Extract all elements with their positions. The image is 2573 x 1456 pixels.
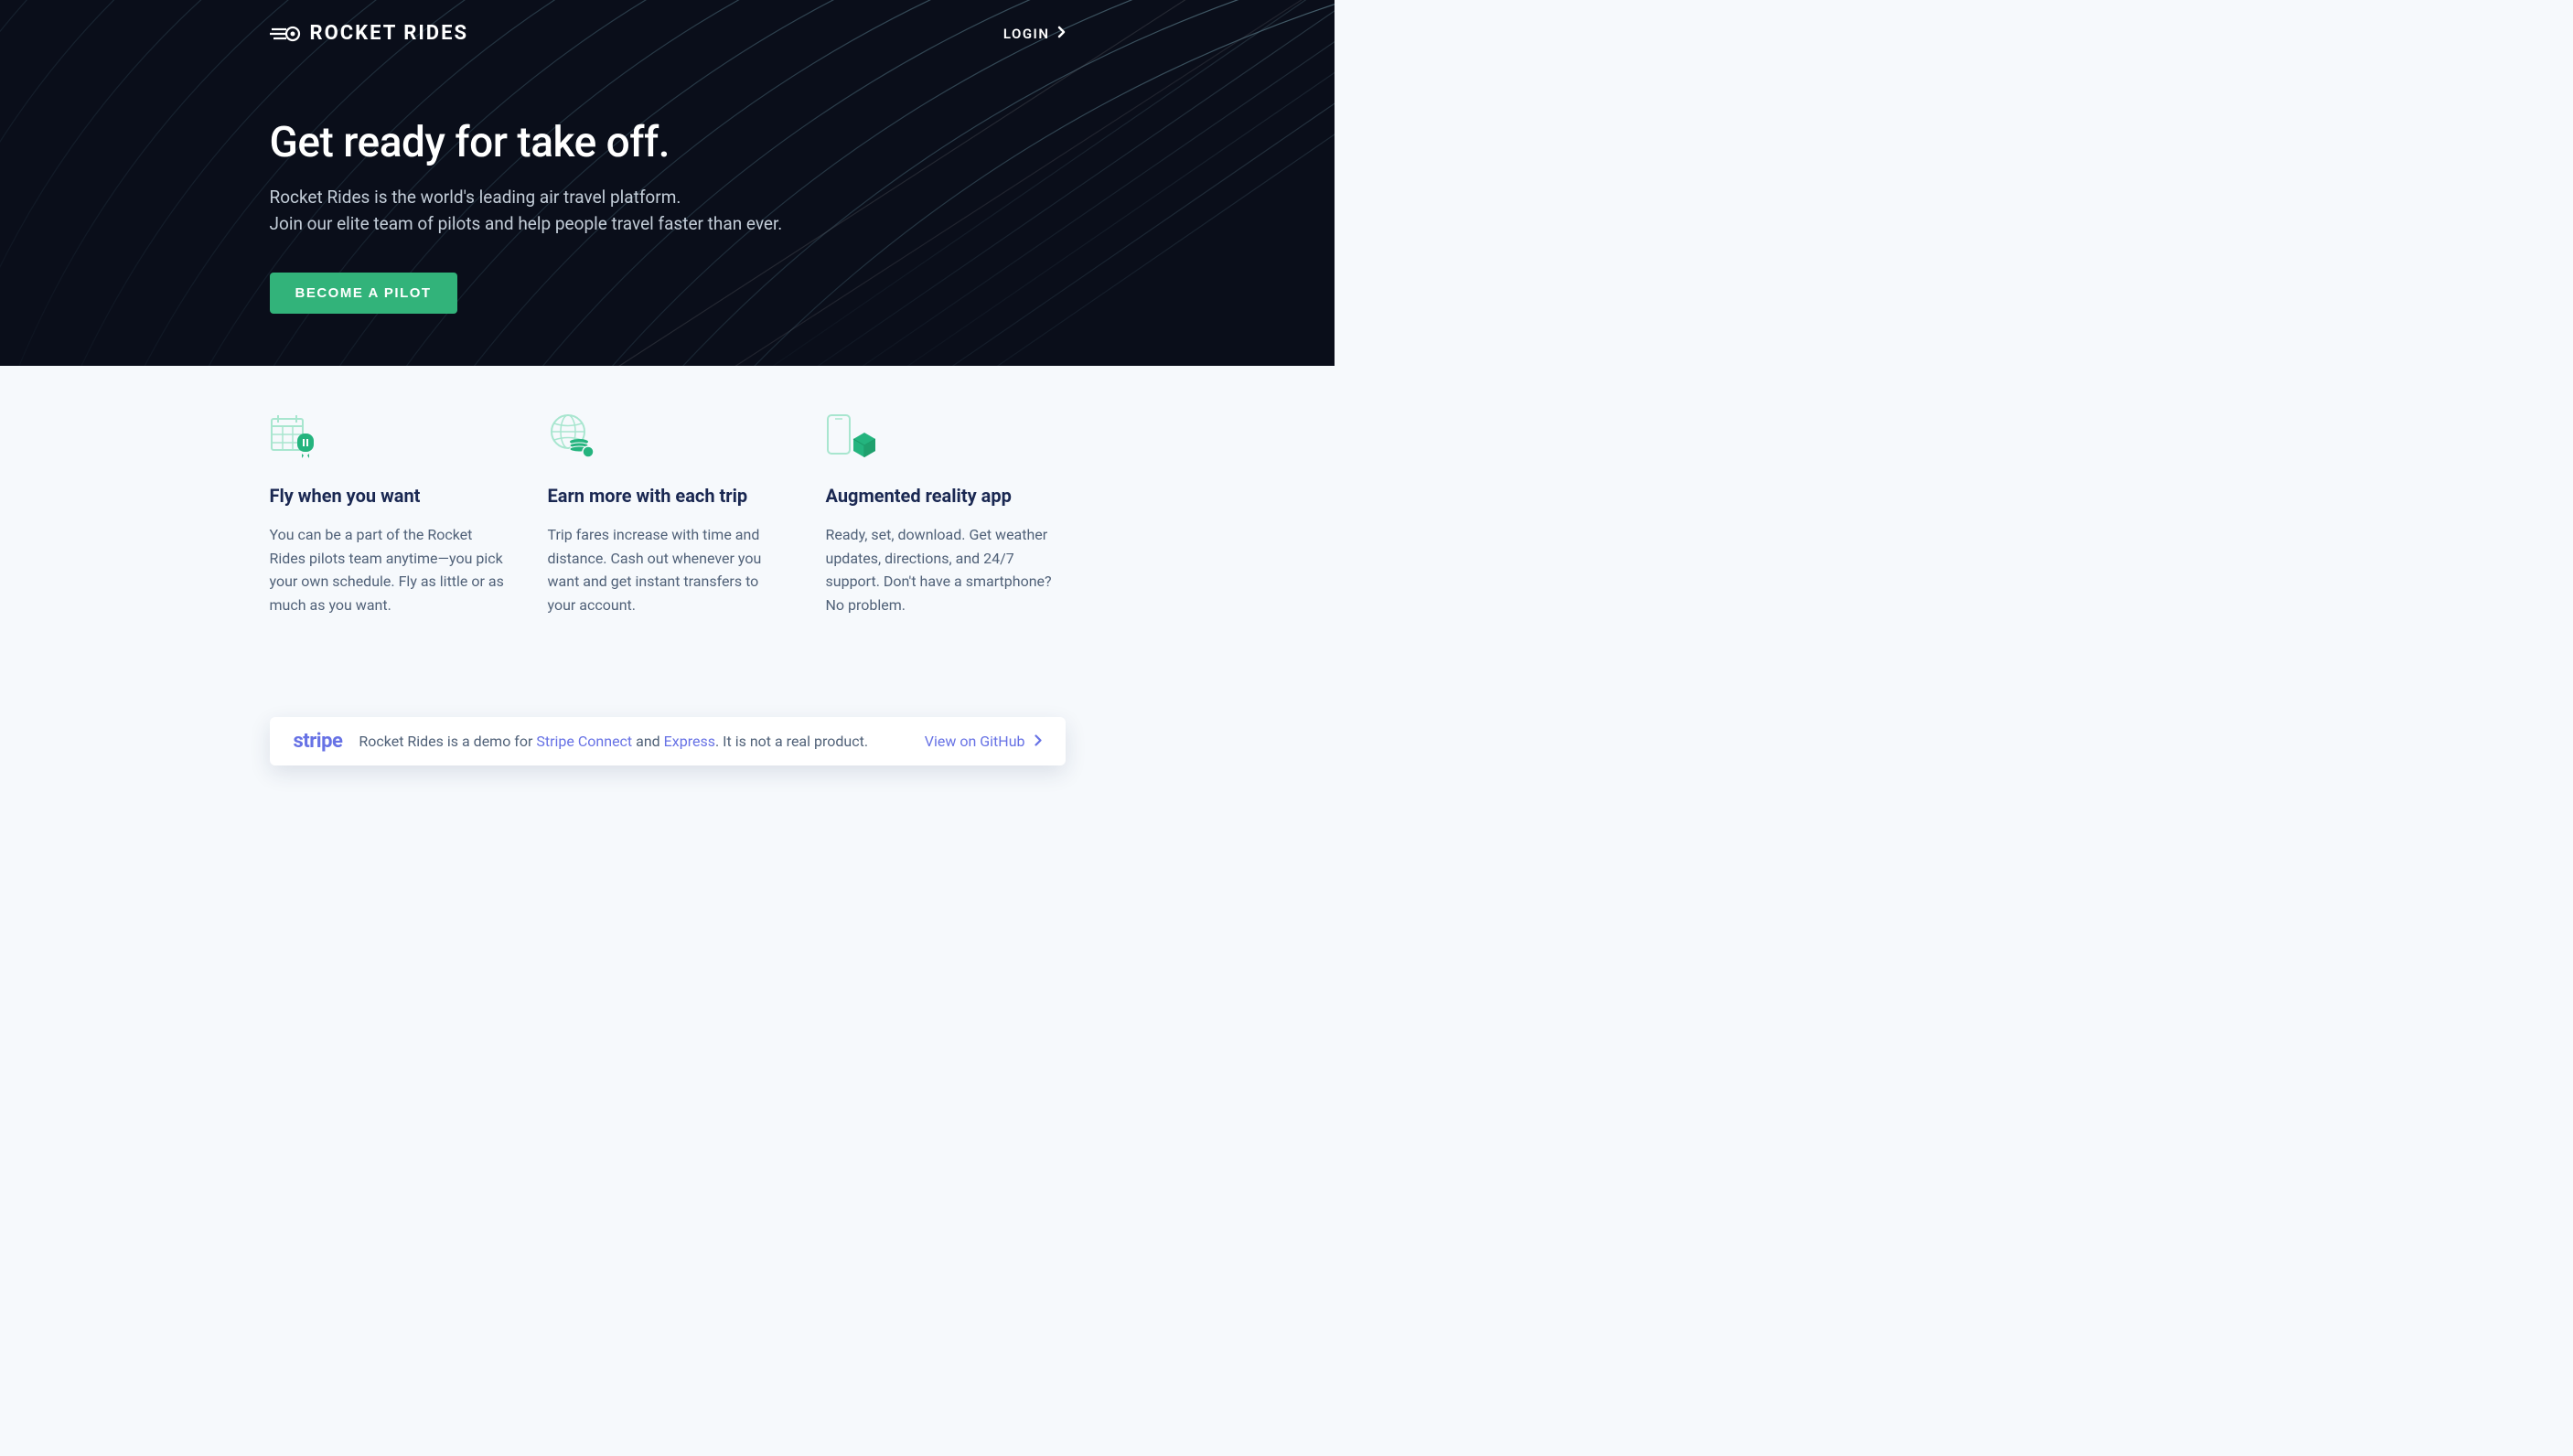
view-on-github-link[interactable]: View on GitHub	[925, 733, 1042, 750]
brand-logo[interactable]: ROCKET RIDES	[270, 22, 469, 45]
feature-body: Trip fares increase with time and distan…	[548, 523, 788, 616]
banner-text: Rocket Rides is a demo for Stripe Connec…	[359, 733, 907, 750]
feature-title: Augmented reality app	[826, 485, 1066, 507]
feature-body: You can be a part of the Rocket Rides pi…	[270, 523, 509, 616]
top-nav: ROCKET RIDES LOGIN	[270, 22, 1066, 45]
express-link[interactable]: Express	[664, 733, 715, 750]
stripe-logo: stripe	[294, 730, 343, 753]
login-link[interactable]: LOGIN	[1003, 26, 1066, 42]
login-label: LOGIN	[1003, 26, 1050, 42]
github-link-label: View on GitHub	[925, 733, 1025, 750]
feature-title: Earn more with each trip	[548, 485, 788, 507]
feature-fly-when-you-want: Fly when you want You can be a part of t…	[270, 413, 509, 616]
phone-cube-icon	[826, 413, 1066, 461]
hero-subtext: Rocket Rides is the world's leading air …	[270, 184, 1066, 238]
chevron-right-icon	[1035, 733, 1042, 750]
feature-title: Fly when you want	[270, 485, 509, 507]
feature-body: Ready, set, download. Get weather update…	[826, 523, 1066, 616]
rocket-logo-icon	[270, 24, 301, 44]
globe-coins-icon	[548, 413, 788, 461]
feature-earn-more: Earn more with each trip Trip fares incr…	[548, 413, 788, 616]
chevron-right-icon	[1057, 26, 1066, 42]
features-section: Fly when you want You can be a part of t…	[270, 366, 1066, 717]
stripe-connect-link[interactable]: Stripe Connect	[536, 733, 632, 750]
stripe-demo-banner: stripe Rocket Rides is a demo for Stripe…	[270, 717, 1066, 765]
hero-section: ROCKET RIDES LOGIN Get ready for take of…	[0, 0, 1335, 366]
brand-name: ROCKET RIDES	[310, 22, 469, 45]
become-pilot-button[interactable]: BECOME A PILOT	[270, 273, 457, 314]
hero-headline: Get ready for take off.	[270, 118, 1066, 167]
feature-ar-app: Augmented reality app Ready, set, downlo…	[826, 413, 1066, 616]
calendar-jetpack-icon	[270, 413, 509, 461]
